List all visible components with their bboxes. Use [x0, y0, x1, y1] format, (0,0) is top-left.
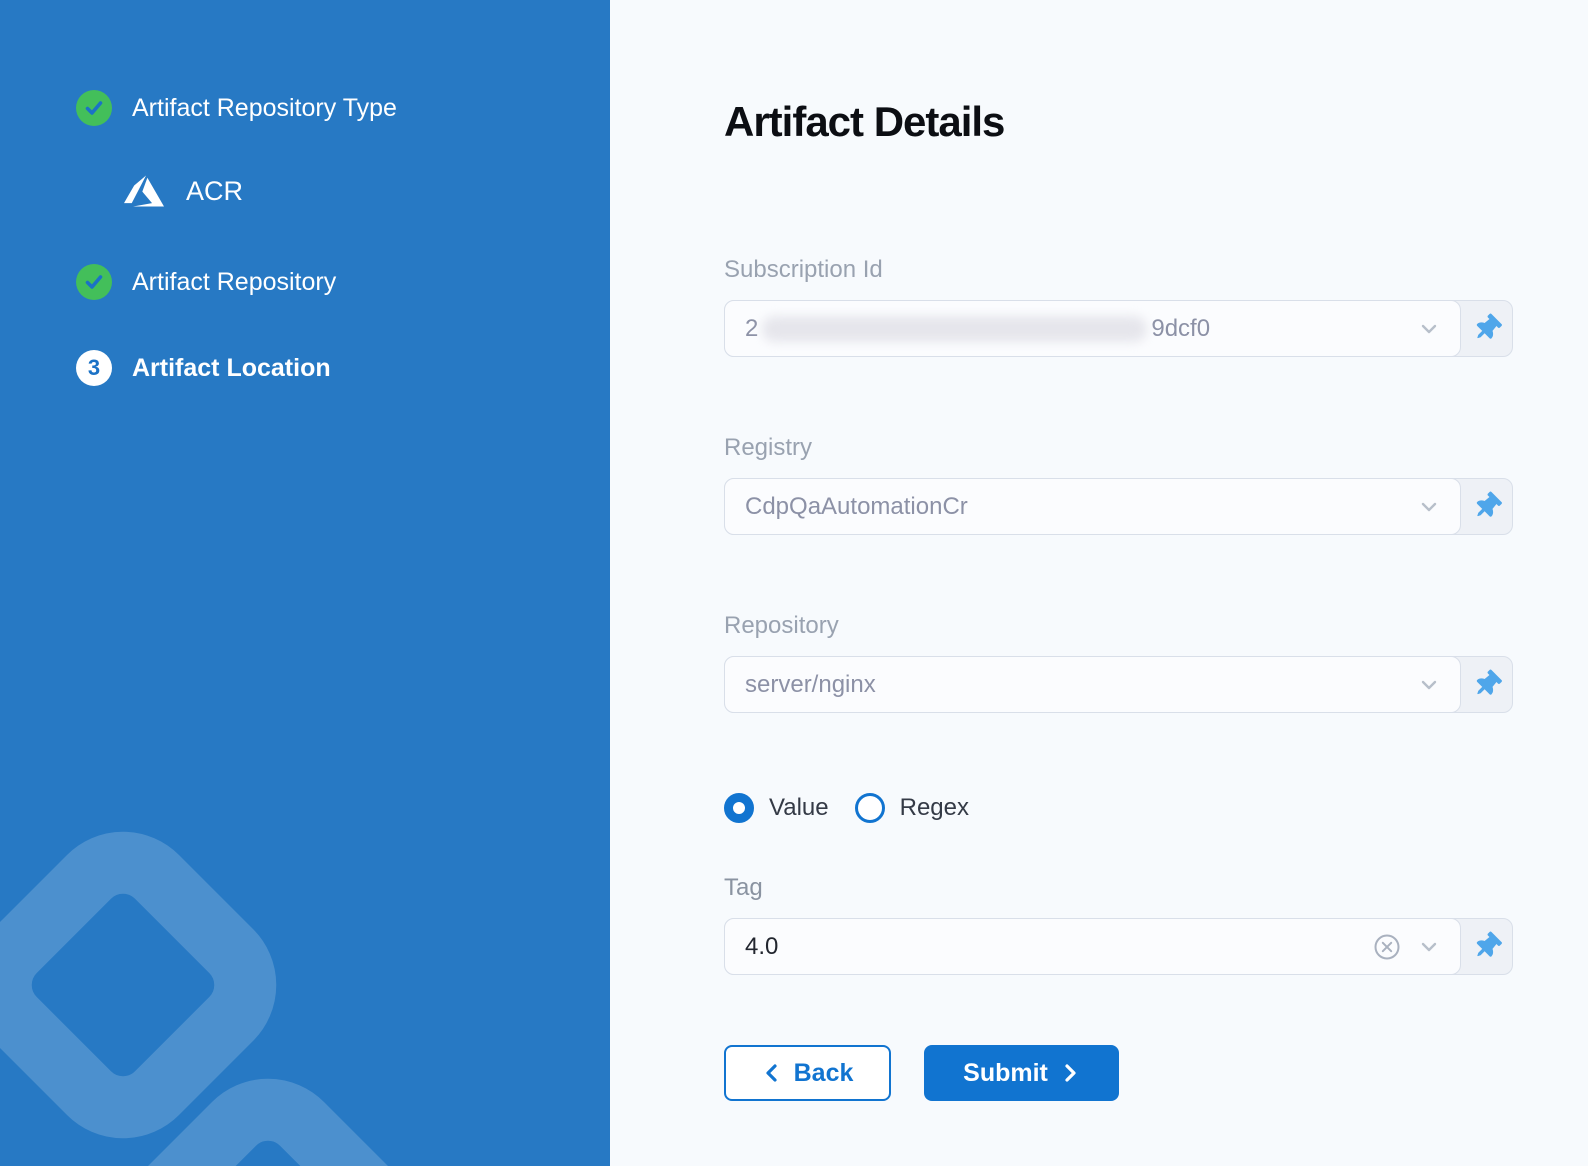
step-number-badge: 3 — [76, 350, 112, 386]
chevron-down-icon[interactable] — [1416, 316, 1442, 342]
step-label: Artifact Repository — [132, 268, 336, 297]
sidebar-step-artifact-repository[interactable]: Artifact Repository — [76, 264, 610, 300]
step-label: Artifact Repository Type — [132, 94, 397, 123]
repository-label: Repository — [724, 612, 1513, 640]
repository-field-block: Repository server/nginx — [724, 612, 1513, 713]
wizard-sidebar: Artifact Repository Type ACR Artifact Re… — [0, 0, 610, 1166]
registry-field-block: Registry CdpQaAutomationCr — [724, 434, 1513, 535]
registry-select[interactable]: CdpQaAutomationCr — [724, 478, 1461, 535]
selected-repository-type[interactable]: ACR — [124, 164, 610, 218]
registry-label: Registry — [724, 434, 1513, 462]
subscription-id-select[interactable]: 2 9dcf0 — [724, 300, 1461, 357]
subscription-value-prefix: 2 — [745, 315, 758, 343]
pin-tag-button[interactable] — [1461, 919, 1512, 974]
pushpin-icon — [1468, 928, 1504, 964]
registry-value: CdpQaAutomationCr — [745, 493, 968, 521]
selected-type-label: ACR — [186, 176, 243, 207]
chevron-right-icon — [1060, 1062, 1080, 1084]
watermark-logo-icon — [0, 766, 610, 1166]
chevron-down-icon[interactable] — [1416, 494, 1442, 520]
tag-match-mode-group: Value Regex — [724, 792, 1513, 824]
chevron-down-icon[interactable] — [1416, 934, 1442, 960]
pushpin-icon — [1468, 310, 1504, 346]
radio-value[interactable] — [724, 793, 754, 823]
redacted-value — [762, 316, 1147, 342]
subscription-id-label: Subscription Id — [724, 256, 1513, 284]
step-complete-check-icon — [76, 264, 112, 300]
tag-value: 4.0 — [745, 933, 778, 961]
step-complete-check-icon — [76, 90, 112, 126]
submit-button-label: Submit — [963, 1059, 1048, 1088]
chevron-left-icon — [762, 1062, 782, 1084]
submit-button[interactable]: Submit — [924, 1045, 1119, 1101]
step-label: Artifact Location — [132, 354, 331, 383]
artifact-details-panel: Artifact Details Subscription Id 2 9dcf0 — [610, 0, 1588, 1166]
page-title: Artifact Details — [724, 96, 1513, 148]
radio-regex[interactable] — [855, 793, 885, 823]
pin-repository-button[interactable] — [1461, 657, 1512, 712]
azure-icon — [124, 171, 164, 211]
tag-input[interactable]: 4.0 — [724, 918, 1461, 975]
subscription-value-suffix: 9dcf0 — [1151, 315, 1210, 343]
radio-value-label: Value — [769, 794, 829, 822]
tag-field-block: Tag 4.0 — [724, 874, 1513, 975]
radio-regex-label: Regex — [900, 794, 969, 822]
wizard-actions: Back Submit — [724, 1045, 1513, 1101]
pushpin-icon — [1468, 666, 1504, 702]
clear-tag-button[interactable] — [1372, 932, 1402, 962]
repository-value: server/nginx — [745, 671, 876, 699]
subscription-id-field-block: Subscription Id 2 9dcf0 — [724, 256, 1513, 357]
pin-registry-button[interactable] — [1461, 479, 1512, 534]
back-button-label: Back — [794, 1059, 854, 1088]
repository-select[interactable]: server/nginx — [724, 656, 1461, 713]
sidebar-step-artifact-location[interactable]: 3 Artifact Location — [76, 350, 610, 386]
x-circle-icon — [1372, 932, 1402, 962]
pin-subscription-button[interactable] — [1461, 301, 1512, 356]
sidebar-step-artifact-repository-type[interactable]: Artifact Repository Type — [76, 90, 610, 126]
wizard-window: Artifact Repository Type ACR Artifact Re… — [0, 0, 1588, 1166]
chevron-down-icon[interactable] — [1416, 672, 1442, 698]
back-button[interactable]: Back — [724, 1045, 891, 1101]
pushpin-icon — [1468, 488, 1504, 524]
tag-label: Tag — [724, 874, 1513, 902]
